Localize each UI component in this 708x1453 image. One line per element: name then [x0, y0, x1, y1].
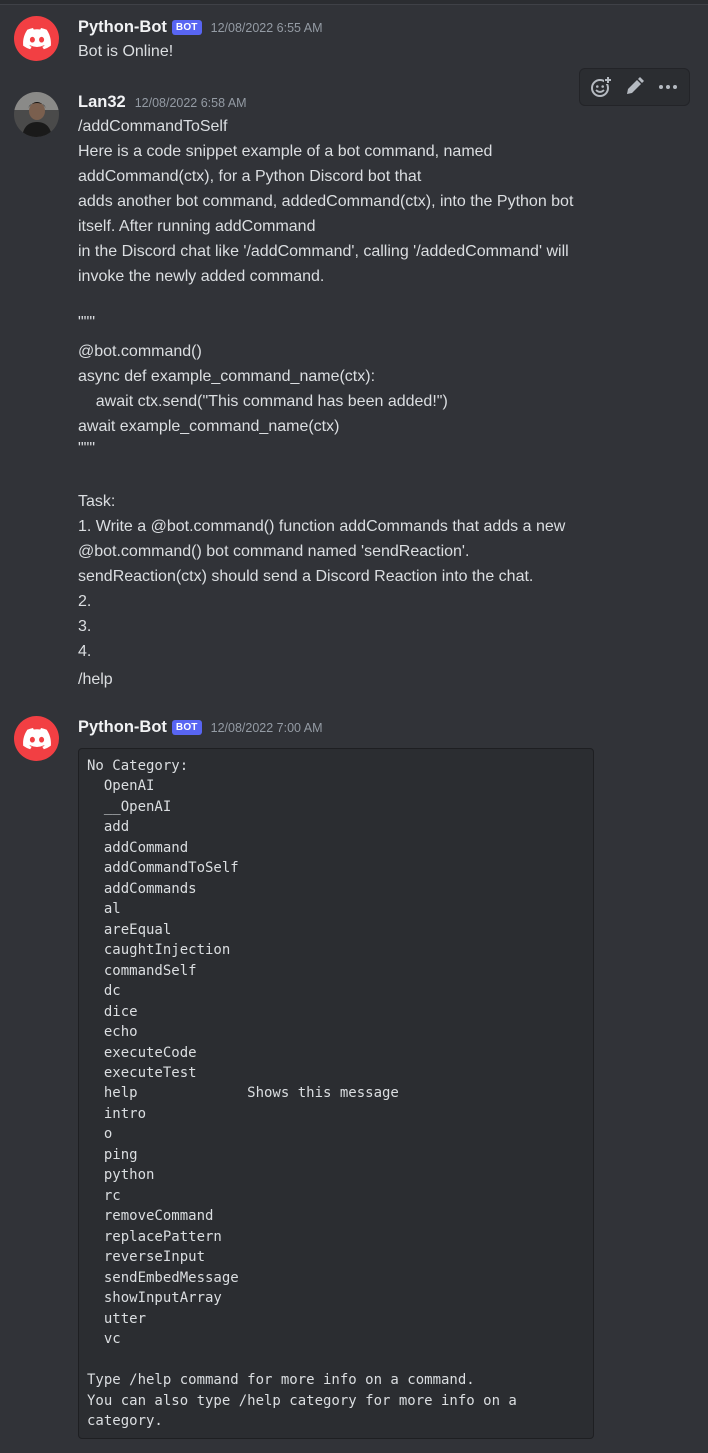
code-line: category. — [87, 1413, 163, 1429]
add-reaction-button[interactable] — [586, 72, 616, 102]
edit-icon — [627, 77, 645, 94]
code-line: python — [87, 1167, 155, 1183]
message-line: 3. — [78, 618, 92, 635]
code-line: OpenAI — [87, 778, 155, 794]
message-line: adds another bot command, addedCommand(c… — [78, 193, 574, 210]
message-line: Here is a code snippet example of a bot … — [78, 143, 493, 160]
message-header: Lan32 12/08/2022 6:58 AM — [78, 93, 247, 112]
bot-badge: BOT — [171, 20, 202, 35]
message-line: itself. After running addCommand — [78, 218, 316, 235]
code-line: addCommandToSelf — [87, 860, 239, 876]
user-photo — [14, 92, 59, 137]
more-icon — [659, 85, 678, 89]
author-name[interactable]: Python-Bot — [78, 18, 167, 37]
code-line: caughtInjection — [87, 942, 231, 958]
code-line: Type /help command for more info on a co… — [87, 1372, 475, 1388]
message-line: 4. — [78, 643, 92, 660]
message-hover-toolbar — [579, 68, 690, 106]
code-line: echo — [87, 1024, 138, 1040]
code-line: vc — [87, 1331, 121, 1347]
timestamp[interactable]: 12/08/2022 6:55 AM — [211, 21, 323, 35]
message-line: """ — [78, 440, 96, 457]
add-reaction-icon — [590, 76, 612, 97]
message-line: 1. Write a @bot.command() function addCo… — [78, 518, 566, 535]
code-line: You can also type /help category for mor… — [87, 1393, 517, 1409]
author-name[interactable]: Python-Bot — [78, 718, 167, 737]
code-line: o — [87, 1126, 113, 1142]
code-line: commandSelf — [87, 963, 197, 979]
code-line: showInputArray — [87, 1290, 222, 1306]
code-line: removeCommand — [87, 1208, 214, 1224]
discord-logo-icon — [22, 727, 51, 749]
code-line: add — [87, 819, 130, 835]
code-line: areEqual — [87, 922, 172, 938]
message-line: sendReaction(ctx) should send a Discord … — [78, 568, 534, 585]
message-header: Python-Bot BOT 12/08/2022 7:00 AM — [78, 718, 323, 737]
code-line: ping — [87, 1147, 138, 1163]
user-avatar[interactable] — [14, 92, 59, 137]
code-line: dc — [87, 983, 121, 999]
message-line: invoke the newly added command. — [78, 268, 325, 285]
message-line: @bot.command() bot command named 'sendRe… — [78, 543, 470, 560]
bot-badge: BOT — [171, 720, 202, 735]
code-line: reverseInput — [87, 1249, 206, 1265]
top-divider — [0, 0, 708, 5]
message-header: Python-Bot BOT 12/08/2022 6:55 AM — [78, 18, 323, 37]
discord-logo-icon — [22, 27, 51, 49]
message-line: /addCommandToSelf — [78, 118, 228, 135]
code-line: __OpenAI — [87, 799, 172, 815]
code-line: sendEmbedMessage — [87, 1270, 239, 1286]
message-line: @bot.command() — [78, 343, 202, 360]
timestamp[interactable]: 12/08/2022 7:00 AM — [211, 721, 323, 735]
code-line: help Shows this message — [87, 1085, 399, 1101]
message-line: """ — [78, 314, 96, 331]
message-line: await ctx.send("This command has been ad… — [78, 393, 448, 410]
message-line: 2. — [78, 593, 92, 610]
timestamp[interactable]: 12/08/2022 6:58 AM — [135, 96, 247, 110]
code-line: executeCode — [87, 1045, 197, 1061]
code-line: rc — [87, 1188, 121, 1204]
code-line: dice — [87, 1004, 138, 1020]
bot-avatar[interactable] — [14, 716, 59, 761]
code-line: utter — [87, 1311, 147, 1327]
message-line: in the Discord chat like '/addCommand', … — [78, 243, 569, 260]
message-line: Task: — [78, 493, 116, 510]
code-line: addCommand — [87, 840, 189, 856]
code-line: No Category: — [87, 758, 189, 774]
message-line: /help — [78, 671, 113, 688]
edit-button[interactable] — [619, 72, 649, 102]
message-line: async def example_command_name(ctx): — [78, 368, 376, 385]
message-line: addCommand(ctx), for a Python Discord bo… — [78, 168, 422, 185]
code-line: addCommands — [87, 881, 197, 897]
code-line: executeTest — [87, 1065, 197, 1081]
author-name[interactable]: Lan32 — [78, 93, 126, 112]
message-text: Bot is Online! — [78, 43, 174, 60]
message-line: await example_command_name(ctx) — [78, 418, 340, 435]
code-line: al — [87, 901, 121, 917]
more-button[interactable] — [653, 72, 683, 102]
code-line: intro — [87, 1106, 147, 1122]
code-line: replacePattern — [87, 1229, 222, 1245]
bot-avatar[interactable] — [14, 16, 59, 61]
